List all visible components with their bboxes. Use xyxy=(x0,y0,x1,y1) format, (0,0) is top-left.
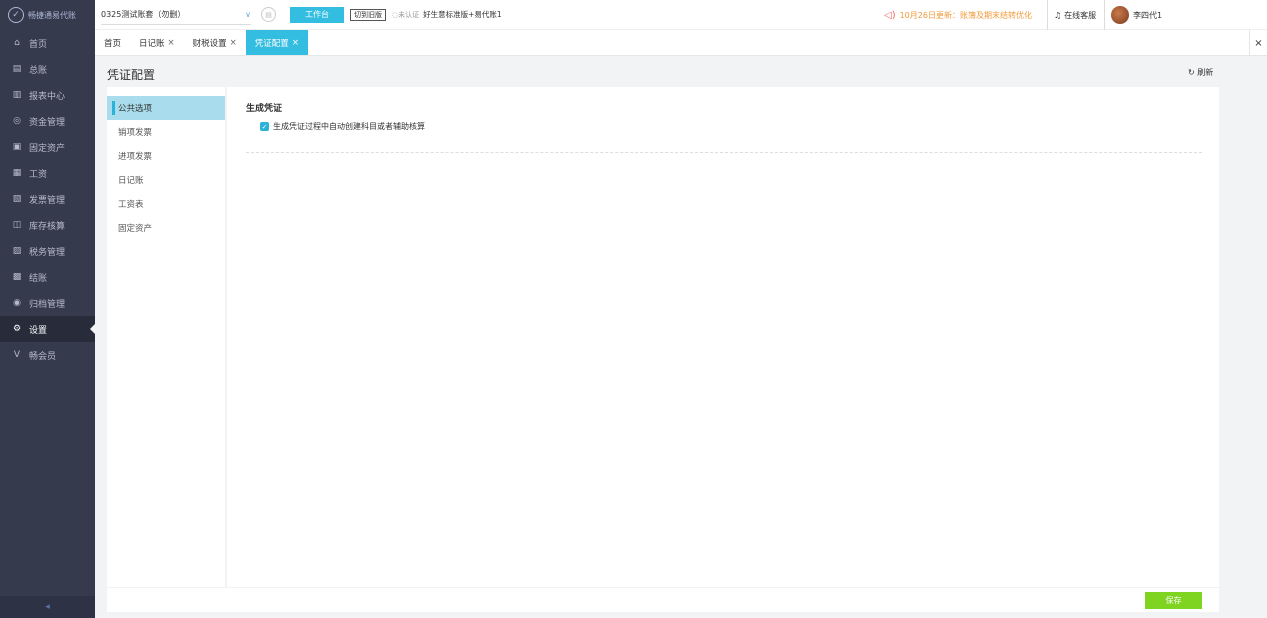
footer-bar: 保存 xyxy=(107,588,1219,612)
sidebar-item-label: 总账 xyxy=(29,65,48,76)
sidebar-item[interactable]: ▩ 结账 xyxy=(0,264,95,290)
sidebar-item[interactable]: V 畅会员 xyxy=(0,342,95,368)
sidebar-item[interactable]: ◉ 归档管理 xyxy=(0,290,95,316)
close-all-tabs-icon[interactable]: × xyxy=(1249,30,1267,56)
sidebar-item-icon: ⌂ xyxy=(14,38,20,48)
sidebar-item-icon: V xyxy=(13,350,21,360)
subnav-item[interactable]: 固定资产 xyxy=(107,216,225,240)
brand-logo[interactable]: ✓ 畅捷通易代账 xyxy=(0,0,95,30)
tab-close-icon[interactable]: × xyxy=(292,38,299,48)
sidebar-item-label: 归档管理 xyxy=(29,299,66,310)
config-panel: 公共选项 销项发票 进项发票 日记账 工资表 固定资产 生成凭证 ✓ 生成凭证过程中自动创… xyxy=(107,87,1219,587)
sidebar-item[interactable]: ▤ 总账 xyxy=(0,56,95,82)
sidebar-item-icon: ▥ xyxy=(12,90,22,100)
cert-status[interactable]: ◌未认证 xyxy=(392,10,419,20)
product-version: 好生意标准版+易代账1 xyxy=(423,10,502,19)
sidebar-item-icon: ▣ xyxy=(12,142,22,152)
sidebar-item-icon: ▩ xyxy=(12,272,22,282)
tab-label: 日记账 xyxy=(139,38,165,49)
sidebar-item-label: 结账 xyxy=(29,273,48,284)
subnav-item[interactable]: 工资表 xyxy=(107,192,225,216)
config-content: 生成凭证 ✓ 生成凭证过程中自动创建科目或者辅助核算 xyxy=(246,101,425,132)
sidebar-item[interactable]: ▧ 发票管理 xyxy=(0,186,95,212)
sidebar-item[interactable]: ▥ 报表中心 xyxy=(0,82,95,108)
tab-label: 凭证配置 xyxy=(254,38,289,49)
tab-close-icon[interactable]: × xyxy=(168,38,175,48)
page-title: 凭证配置 xyxy=(107,68,156,82)
auto-create-option[interactable]: ✓ 生成凭证过程中自动创建科目或者辅助核算 xyxy=(260,121,425,132)
speaker-icon: ◁) xyxy=(884,9,896,21)
tab[interactable]: 凭证配置 × xyxy=(245,30,308,55)
sidebar-item-label: 资金管理 xyxy=(29,117,66,128)
sidebar-item-icon: ▦ xyxy=(12,168,22,178)
sidebar-item-icon: ▤ xyxy=(12,64,22,74)
subnav-item[interactable]: 销项发票 xyxy=(107,120,225,144)
subnav-item[interactable]: 公共选项 xyxy=(107,96,225,120)
sidebar-item-label: 库存核算 xyxy=(29,221,66,232)
notice-text: 10月26日更新：账簿及期末结转优化 xyxy=(899,10,1032,20)
account-selector[interactable]: 0325测试账套（勿删） ∨ xyxy=(101,5,251,25)
tab-close-icon[interactable]: × xyxy=(230,38,237,48)
sidebar-item[interactable]: ⚙ 设置 xyxy=(0,316,95,342)
avatar xyxy=(1111,6,1129,24)
user-menu[interactable]: 李四代1 xyxy=(1104,0,1162,30)
refresh-button[interactable]: ↻ 刷新 xyxy=(1188,67,1213,78)
tab[interactable]: 首页 xyxy=(95,30,130,55)
sidebar-item-label: 固定资产 xyxy=(29,143,66,154)
subnav-item[interactable]: 日记账 xyxy=(107,168,225,192)
sidebar-item-icon: ◫ xyxy=(12,220,22,230)
sidebar: ✓ 畅捷通易代账 ⌂ 首页 ▤ 总账 ▥ 报表中心 ◎ 资金管理 ▣ 固定资产 ▦ 工资 ▧ 发票管理 ◫ 库… xyxy=(0,0,95,618)
brand-name: 畅捷通易代账 xyxy=(28,10,76,20)
sidebar-item[interactable]: ◎ 资金管理 xyxy=(0,108,95,134)
sidebar-item[interactable]: ▨ 税务管理 xyxy=(0,238,95,264)
tab[interactable]: 财税设置 × xyxy=(184,30,246,55)
workbench-button[interactable]: 工作台 xyxy=(290,6,344,23)
sidebar-item-label: 税务管理 xyxy=(29,247,66,258)
section-divider xyxy=(246,152,1202,153)
sidebar-item-label: 工资 xyxy=(29,169,48,180)
online-service-button[interactable]: ♫ 在线客服 xyxy=(1047,0,1096,30)
sidebar-item-icon: ◎ xyxy=(13,116,21,126)
subnav-item[interactable]: 进项发票 xyxy=(107,144,225,168)
sidebar-collapse-button[interactable]: ◂ xyxy=(0,596,95,618)
chevron-down-icon: ∨ xyxy=(245,9,251,19)
tab-label: 财税设置 xyxy=(192,38,227,49)
sidebar-item-label: 畅会员 xyxy=(29,351,57,362)
checkbox-checked-icon[interactable]: ✓ xyxy=(260,122,269,131)
tab-list: 首页 日记账 × 财税设置 × 凭证配置 × xyxy=(95,30,308,55)
sidebar-nav: ⌂ 首页 ▤ 总账 ▥ 报表中心 ◎ 资金管理 ▣ 固定资产 ▦ 工资 ▧ 发票管理 ◫ 库存核算 ▨ 税务管理 ▩… xyxy=(0,30,95,368)
tab-bar: 首页 日记账 × 财税设置 × 凭证配置 × × xyxy=(95,30,1267,56)
headset-icon: ♫ xyxy=(1054,10,1062,20)
account-info-icon[interactable]: ▤ xyxy=(261,7,276,22)
tab[interactable]: 日记账 × xyxy=(130,30,184,55)
config-subnav: 公共选项 销项发票 进项发票 日记账 工资表 固定资产 xyxy=(107,87,227,587)
sidebar-item[interactable]: ⌂ 首页 xyxy=(0,30,95,56)
sidebar-item-label: 设置 xyxy=(29,325,48,336)
sidebar-item-icon: ◉ xyxy=(13,298,21,308)
account-name: 0325测试账套（勿删） xyxy=(101,9,186,19)
sidebar-item-icon: ▧ xyxy=(12,194,22,204)
sidebar-item[interactable]: ▦ 工资 xyxy=(0,160,95,186)
sidebar-item-label: 首页 xyxy=(29,39,48,50)
update-notice[interactable]: ◁) 10月26日更新：账簿及期末结转优化 xyxy=(884,0,1032,30)
sidebar-item-icon: ▨ xyxy=(12,246,22,256)
sidebar-item-label: 发票管理 xyxy=(29,195,66,206)
checkbox-label: 生成凭证过程中自动创建科目或者辅助核算 xyxy=(273,122,425,131)
refresh-icon: ↻ xyxy=(1188,68,1195,77)
collapse-icon: ◂ xyxy=(45,602,50,612)
switch-old-version-button[interactable]: 切到旧版 xyxy=(350,8,386,21)
sidebar-item[interactable]: ▣ 固定资产 xyxy=(0,134,95,160)
sidebar-item-icon: ⚙ xyxy=(12,324,22,334)
tab-label: 首页 xyxy=(104,38,122,49)
brand-mark-icon: ✓ xyxy=(8,7,24,23)
save-button[interactable]: 保存 xyxy=(1145,592,1202,609)
user-name: 李四代1 xyxy=(1133,10,1163,20)
sidebar-item[interactable]: ◫ 库存核算 xyxy=(0,212,95,238)
section-title: 生成凭证 xyxy=(246,104,283,114)
sidebar-item-label: 报表中心 xyxy=(29,91,66,102)
